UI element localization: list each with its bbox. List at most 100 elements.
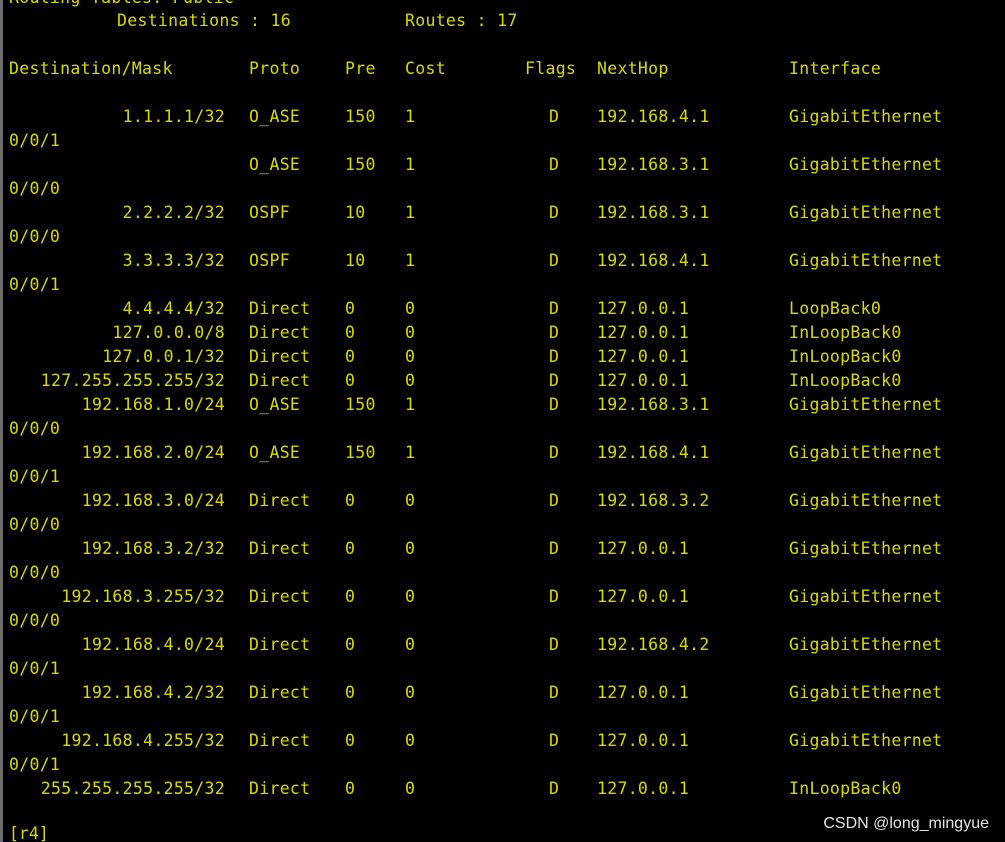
route-preference: 0 xyxy=(345,347,356,366)
route-row: 4.4.4.4/32 Direct 0 0 D 127.0.0.1 LoopBack0 xyxy=(9,297,999,321)
route-preference: 10 xyxy=(345,251,366,270)
route-interface: InLoopBack0 xyxy=(789,323,902,342)
route-proto: Direct xyxy=(249,323,311,342)
window-left-border xyxy=(0,0,3,842)
route-interface: GigabitEthernet xyxy=(789,203,943,222)
route-preference: 150 xyxy=(345,395,376,414)
route-proto: Direct xyxy=(249,299,311,318)
route-flags: D xyxy=(549,299,560,318)
route-proto: O_ASE xyxy=(249,107,301,126)
route-cost: 1 xyxy=(405,155,416,174)
route-row: 192.168.1.0/24 O_ASE 150 1 D 192.168.3.1 Gigab… xyxy=(9,393,999,417)
route-interface-continuation: 0/0/1 xyxy=(9,275,61,294)
route-proto: O_ASE xyxy=(249,395,301,414)
route-nexthop: 127.0.0.1 xyxy=(597,299,690,318)
route-flags: D xyxy=(549,491,560,510)
route-interface: InLoopBack0 xyxy=(789,347,902,366)
route-interface-continuation: 0/0/0 xyxy=(9,227,61,246)
column-header-nexthop: NextHop xyxy=(597,59,669,78)
route-nexthop: 127.0.0.1 xyxy=(597,587,690,606)
route-destination: 255.255.255.255/32 xyxy=(40,779,225,798)
route-interface: InLoopBack0 xyxy=(789,779,902,798)
route-cost: 1 xyxy=(405,251,416,270)
route-proto: Direct xyxy=(249,491,311,510)
route-proto: Direct xyxy=(249,371,311,390)
route-cost: 0 xyxy=(405,299,416,318)
route-cost: 0 xyxy=(405,491,416,510)
route-destination: 192.168.3.255/32 xyxy=(61,587,225,606)
watermark-text: CSDN @long_mingyue xyxy=(823,815,989,832)
route-flags: D xyxy=(549,107,560,126)
route-proto: Direct xyxy=(249,683,311,702)
route-preference: 0 xyxy=(345,539,356,558)
route-nexthop: 127.0.0.1 xyxy=(597,323,690,342)
route-nexthop: 192.168.4.2 xyxy=(597,635,710,654)
route-interface-continuation: 0/0/1 xyxy=(9,755,61,774)
route-row: 192.168.4.0/24 Direct 0 0 D 192.168.4.2 Gigabi… xyxy=(9,633,999,657)
route-interface-continuation: 0/0/0 xyxy=(9,611,61,630)
route-row: 127.0.0.1/32 Direct 0 0 D 127.0.0.1 InLoopBack… xyxy=(9,345,999,369)
route-proto: O_ASE xyxy=(249,155,301,174)
route-row: 192.168.3.0/24 Direct 0 0 D 192.168.3.2 Gigabi… xyxy=(9,489,999,513)
route-preference: 10 xyxy=(345,203,366,222)
route-interface: GigabitEthernet xyxy=(789,587,943,606)
route-proto: Direct xyxy=(249,731,311,750)
route-nexthop: 192.168.4.1 xyxy=(597,107,710,126)
route-destination: 1.1.1.1/32 xyxy=(122,107,225,126)
route-destination: 192.168.4.0/24 xyxy=(81,635,225,654)
route-destination: 192.168.1.0/24 xyxy=(81,395,225,414)
route-nexthop: 192.168.3.1 xyxy=(597,395,710,414)
route-interface-continuation: 0/0/0 xyxy=(9,419,61,438)
route-flags: D xyxy=(549,635,560,654)
route-flags: D xyxy=(549,587,560,606)
route-proto: Direct xyxy=(249,539,311,558)
route-interface: GigabitEthernet xyxy=(789,395,943,414)
route-interface-continuation: 0/0/1 xyxy=(9,707,61,726)
route-interface: GigabitEthernet xyxy=(789,443,943,462)
route-destination: 2.2.2.2/32 xyxy=(122,203,225,222)
terminal-window[interactable]: Routing Tables: Public Destinations : 16… xyxy=(0,0,1005,842)
route-preference: 150 xyxy=(345,155,376,174)
route-nexthop: 127.0.0.1 xyxy=(597,731,690,750)
column-header-cost: Cost xyxy=(405,59,446,78)
route-preference: 150 xyxy=(345,107,376,126)
route-interface: GigabitEthernet xyxy=(789,107,943,126)
route-proto: Direct xyxy=(249,587,311,606)
route-preference: 150 xyxy=(345,443,376,462)
route-flags: D xyxy=(549,347,560,366)
column-header-interface: Interface xyxy=(789,59,882,78)
route-interface: InLoopBack0 xyxy=(789,371,902,390)
route-proto: OSPF xyxy=(249,251,290,270)
route-row: 192.168.3.2/32 Direct 0 0 D 127.0.0.1 GigabitE… xyxy=(9,537,999,561)
route-destination: 192.168.2.0/24 xyxy=(81,443,225,462)
route-destination: 192.168.3.2/32 xyxy=(81,539,225,558)
route-cost: 1 xyxy=(405,443,416,462)
route-interface: GigabitEthernet xyxy=(789,155,943,174)
route-cost: 0 xyxy=(405,731,416,750)
route-flags: D xyxy=(549,371,560,390)
route-interface: GigabitEthernet xyxy=(789,731,943,750)
route-proto: O_ASE xyxy=(249,443,301,462)
route-interface: GigabitEthernet xyxy=(789,635,943,654)
route-cost: 1 xyxy=(405,203,416,222)
column-header-flags: Flags xyxy=(525,59,577,78)
route-row: O_ASE 150 1 D 192.168.3.1 GigabitEthernet xyxy=(9,153,999,177)
route-interface-continuation: 0/0/0 xyxy=(9,515,61,534)
route-preference: 0 xyxy=(345,299,356,318)
route-nexthop: 192.168.3.1 xyxy=(597,155,710,174)
route-nexthop: 127.0.0.1 xyxy=(597,683,690,702)
cli-prompt[interactable]: [r4] xyxy=(9,824,49,842)
route-nexthop: 192.168.4.1 xyxy=(597,251,710,270)
route-cost: 0 xyxy=(405,779,416,798)
route-interface: GigabitEthernet xyxy=(789,491,943,510)
route-row: 192.168.4.2/32 Direct 0 0 D 127.0.0.1 GigabitE… xyxy=(9,681,999,705)
route-interface-continuation: 0/0/0 xyxy=(9,179,61,198)
route-nexthop: 127.0.0.1 xyxy=(597,539,690,558)
route-destination: 127.0.0.1/32 xyxy=(102,347,225,366)
route-cost: 1 xyxy=(405,107,416,126)
route-cost: 0 xyxy=(405,539,416,558)
route-preference: 0 xyxy=(345,779,356,798)
route-destination: 192.168.4.255/32 xyxy=(61,731,225,750)
route-proto: OSPF xyxy=(249,203,290,222)
summary-line: Destinations : 16 Routes : 17 xyxy=(9,9,999,33)
